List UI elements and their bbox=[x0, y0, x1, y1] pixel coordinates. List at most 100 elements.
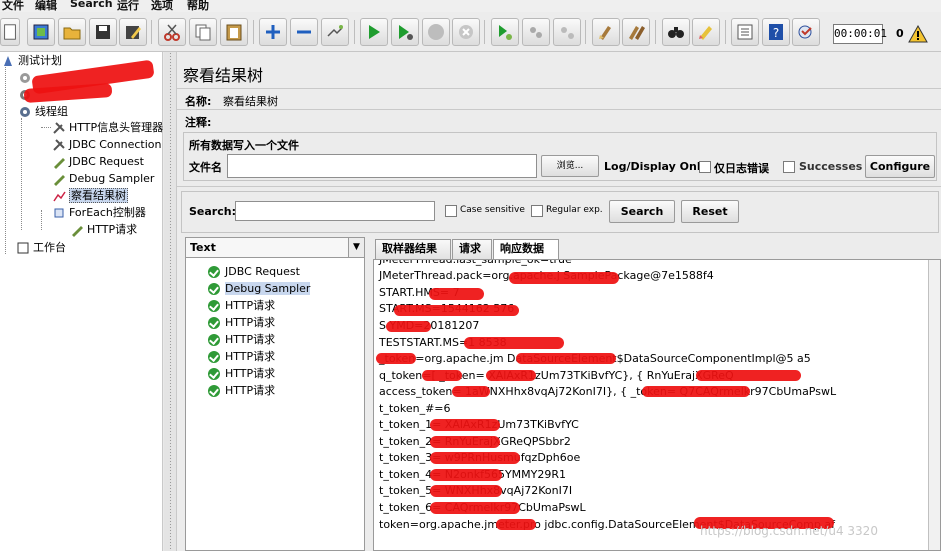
tree-node-jdbc-request[interactable]: JDBC Request bbox=[52, 153, 144, 170]
result-item[interactable]: HTTP请求 bbox=[208, 314, 275, 331]
menu-options[interactable]: 选项 bbox=[151, 0, 173, 12]
tree-node-foreach-http[interactable]: HTTP请求 bbox=[70, 221, 137, 238]
success-check-icon bbox=[208, 317, 220, 329]
expand-icon[interactable] bbox=[259, 18, 287, 46]
chevron-down-icon[interactable]: ▼ bbox=[348, 238, 364, 257]
remote-stop-icon[interactable] bbox=[522, 18, 550, 46]
wrench-icon bbox=[52, 138, 66, 152]
toggle-icon[interactable] bbox=[321, 18, 349, 46]
result-item[interactable]: HTTP请求 bbox=[208, 297, 275, 314]
collapse-icon[interactable] bbox=[290, 18, 318, 46]
tree-node-thread-group[interactable]: 线程组 bbox=[18, 103, 68, 120]
tree-node-http-header[interactable]: HTTP信息头管理器 bbox=[52, 119, 163, 136]
case-sensitive-label: Case sensitive bbox=[460, 205, 525, 215]
successes-checkbox[interactable] bbox=[783, 161, 795, 173]
start-no-pause-icon[interactable] bbox=[391, 18, 419, 46]
result-item[interactable]: HTTP请求 bbox=[208, 348, 275, 365]
menu-edit[interactable]: 编辑 bbox=[35, 0, 57, 12]
menu-bar: 文件 编辑 Search 运行 选项 帮助 bbox=[0, 0, 941, 12]
splitter[interactable] bbox=[164, 52, 177, 551]
stop-icon[interactable] bbox=[422, 18, 450, 46]
cut-icon[interactable] bbox=[158, 18, 186, 46]
regex-checkbox[interactable] bbox=[531, 205, 543, 217]
open-icon[interactable] bbox=[58, 18, 86, 46]
response-line: t_token_#=6 bbox=[379, 402, 451, 415]
thread-group-icon bbox=[18, 105, 32, 119]
toolbar-separator bbox=[585, 20, 586, 44]
wrench-icon bbox=[52, 121, 66, 135]
tree-node-workbench[interactable]: 工作台 bbox=[16, 239, 66, 256]
templates-icon[interactable] bbox=[27, 18, 55, 46]
result-item[interactable]: HTTP请求 bbox=[208, 331, 275, 348]
new-icon[interactable] bbox=[0, 18, 20, 46]
save-as-icon[interactable] bbox=[119, 18, 147, 46]
clear-all-icon[interactable] bbox=[622, 18, 650, 46]
tab-sampler-result[interactable]: 取样器结果 bbox=[375, 239, 451, 259]
menu-run[interactable]: 运行 bbox=[117, 0, 139, 12]
log-viewer-icon[interactable] bbox=[792, 18, 820, 46]
result-item[interactable]: HTTP请求 bbox=[208, 365, 275, 382]
configure-button[interactable]: Configure bbox=[865, 155, 935, 178]
toolbar-separator bbox=[484, 20, 485, 44]
paste-icon[interactable] bbox=[220, 18, 248, 46]
success-check-icon bbox=[208, 385, 220, 397]
tree-node-view-results-tree[interactable]: 察看结果树 bbox=[52, 187, 128, 204]
menu-file[interactable]: 文件 bbox=[2, 0, 24, 12]
shutdown-icon[interactable] bbox=[452, 18, 480, 46]
filename-input[interactable] bbox=[227, 154, 537, 178]
filename-label: 文件名 bbox=[189, 161, 222, 174]
remote-exit-icon[interactable] bbox=[553, 18, 581, 46]
renderer-select[interactable]: Text ▼ bbox=[186, 238, 364, 258]
listener-chart-icon bbox=[52, 189, 66, 203]
redaction-mark bbox=[516, 353, 616, 364]
start-icon[interactable] bbox=[360, 18, 388, 46]
redaction-mark bbox=[486, 370, 536, 381]
case-sensitive-checkbox[interactable] bbox=[445, 205, 457, 217]
browse-button[interactable]: 浏览... bbox=[541, 155, 599, 177]
reset-button[interactable]: Reset bbox=[681, 200, 739, 223]
redaction-mark bbox=[464, 337, 564, 349]
tree-node-foreach[interactable]: ForEach控制器 bbox=[52, 204, 146, 221]
menu-help[interactable]: 帮助 bbox=[187, 0, 209, 12]
name-label: 名称: bbox=[185, 95, 212, 108]
controller-icon bbox=[52, 206, 66, 220]
response-line: access_token= 1aWNXHhx8vqAj72KonI7I}, { … bbox=[379, 385, 837, 398]
name-field[interactable]: 察看结果树 bbox=[223, 93, 278, 109]
result-item[interactable]: JDBC Request bbox=[208, 263, 300, 280]
tree-node-test-plan[interactable]: 测试计划 bbox=[1, 52, 62, 69]
response-data-text[interactable]: JMeterThread.last_sample_ok=true JMeterT… bbox=[373, 259, 941, 551]
result-item-selected[interactable]: Debug Sampler bbox=[208, 280, 311, 297]
toolbar-separator bbox=[725, 20, 726, 44]
redaction-mark bbox=[642, 386, 750, 397]
warning-icon[interactable] bbox=[908, 24, 928, 46]
search-input[interactable] bbox=[235, 201, 435, 221]
remote-start-icon[interactable] bbox=[491, 18, 519, 46]
tree-node-jdbc-connection[interactable]: JDBC Connection bbox=[52, 136, 162, 153]
redaction-mark bbox=[430, 436, 500, 448]
copy-icon[interactable] bbox=[189, 18, 217, 46]
menu-search[interactable]: Search bbox=[70, 0, 113, 10]
vertical-scrollbar[interactable] bbox=[928, 260, 940, 550]
reset-search-icon[interactable] bbox=[692, 18, 720, 46]
search-button[interactable]: Search bbox=[609, 200, 675, 223]
save-icon[interactable] bbox=[89, 18, 117, 46]
success-check-icon bbox=[208, 368, 220, 380]
tab-response-data[interactable]: 响应数据 bbox=[493, 239, 559, 260]
workbench-icon bbox=[16, 241, 30, 255]
regex-label: Regular exp. bbox=[546, 205, 603, 215]
function-helper-icon[interactable] bbox=[731, 18, 759, 46]
tree-node-debug-sampler[interactable]: Debug Sampler bbox=[52, 170, 154, 187]
comment-field[interactable] bbox=[223, 112, 939, 129]
toolbar-separator bbox=[253, 20, 254, 44]
redaction-mark bbox=[430, 469, 502, 481]
panel-title: 察看结果树 bbox=[183, 66, 264, 85]
clear-icon[interactable] bbox=[592, 18, 620, 46]
toolbar-separator bbox=[151, 20, 152, 44]
result-item[interactable]: HTTP请求 bbox=[208, 382, 275, 399]
find-icon[interactable] bbox=[662, 18, 690, 46]
only-errors-checkbox[interactable] bbox=[699, 161, 711, 173]
tab-request[interactable]: 请求 bbox=[452, 239, 492, 259]
success-check-icon bbox=[208, 266, 220, 278]
help-icon[interactable]: ? bbox=[762, 18, 790, 46]
success-check-icon bbox=[208, 283, 220, 295]
